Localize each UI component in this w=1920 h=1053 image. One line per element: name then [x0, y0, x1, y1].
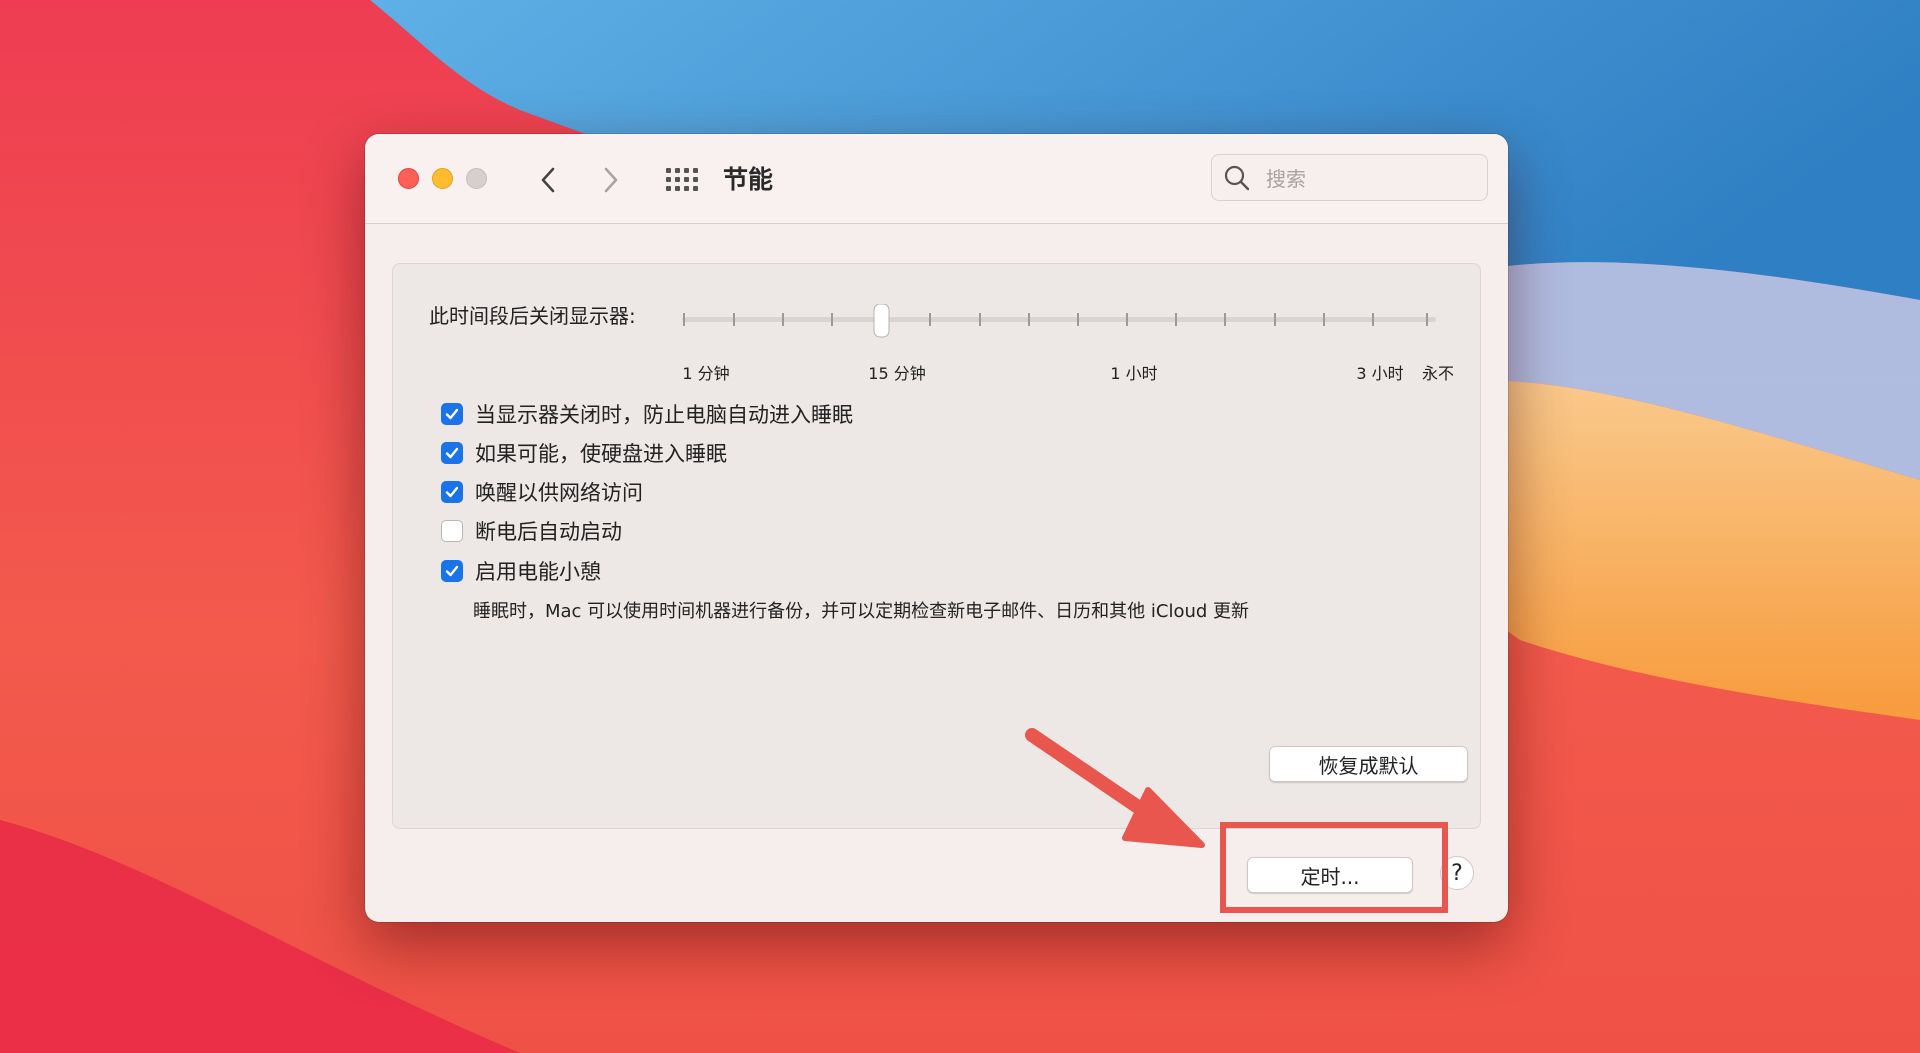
toolbar: 节能	[365, 134, 1508, 224]
checkmark-icon	[445, 565, 459, 577]
checkbox[interactable]	[441, 520, 463, 542]
close-window-button[interactable]	[398, 168, 419, 189]
checkmark-icon	[445, 486, 459, 498]
tick-label: 15 分钟	[868, 364, 926, 383]
minimize-window-button[interactable]	[432, 168, 453, 189]
option-wake-network[interactable]: 唤醒以供网络访问	[441, 477, 643, 507]
help-button[interactable]: ?	[1440, 856, 1474, 890]
tick-label: 1 小时	[1110, 364, 1158, 383]
display-sleep-label: 此时间段后关闭显示器:	[429, 304, 636, 328]
checkbox[interactable]	[441, 442, 463, 464]
forward-button[interactable]	[594, 163, 628, 197]
option-label: 唤醒以供网络访问	[475, 481, 643, 505]
chevron-left-icon	[541, 167, 555, 193]
schedule-button[interactable]: 定时...	[1247, 857, 1413, 893]
option-auto-restart[interactable]: 断电后自动启动	[441, 516, 622, 546]
back-button[interactable]	[531, 163, 565, 197]
energy-saver-window: 节能 此时间段后关闭显示器:	[365, 134, 1508, 922]
option-prevent-sleep[interactable]: 当显示器关闭时，防止电脑自动进入睡眠	[441, 399, 853, 429]
tick-label: 1 分钟	[682, 364, 730, 383]
tick-label: 3 小时	[1356, 364, 1404, 383]
option-power-nap[interactable]: 启用电能小憩	[441, 556, 601, 586]
checkbox[interactable]	[441, 560, 463, 582]
checkbox[interactable]	[441, 403, 463, 425]
option-label: 当显示器关闭时，防止电脑自动进入睡眠	[475, 403, 853, 427]
display-sleep-slider[interactable]	[682, 304, 1436, 348]
restore-defaults-button[interactable]: 恢复成默认	[1269, 746, 1468, 782]
show-all-grid-icon[interactable]	[665, 165, 699, 195]
chevron-right-icon	[604, 167, 618, 193]
settings-panel: 此时间段后关闭显示器: 1 分钟 15 分钟 1 小时 3 小时 永不 当显示器…	[392, 263, 1481, 829]
checkmark-icon	[445, 447, 459, 459]
search-icon	[1224, 165, 1250, 191]
option-label: 如果可能，使硬盘进入睡眠	[475, 442, 727, 466]
option-disk-sleep[interactable]: 如果可能，使硬盘进入睡眠	[441, 438, 727, 468]
checkbox[interactable]	[441, 481, 463, 503]
zoom-window-button[interactable]	[466, 168, 487, 189]
power-nap-description: 睡眠时，Mac 可以使用时间机器进行备份，并可以定期检查新电子邮件、日历和其他 …	[473, 601, 1250, 622]
search-field[interactable]	[1211, 154, 1488, 201]
slider-thumb[interactable]	[873, 304, 890, 338]
option-label: 启用电能小憩	[475, 560, 601, 584]
window-title: 节能	[723, 165, 774, 194]
tick-label: 永不	[1421, 364, 1455, 383]
option-label: 断电后自动启动	[475, 520, 622, 544]
search-input[interactable]	[1264, 163, 1468, 195]
checkmark-icon	[445, 408, 459, 420]
